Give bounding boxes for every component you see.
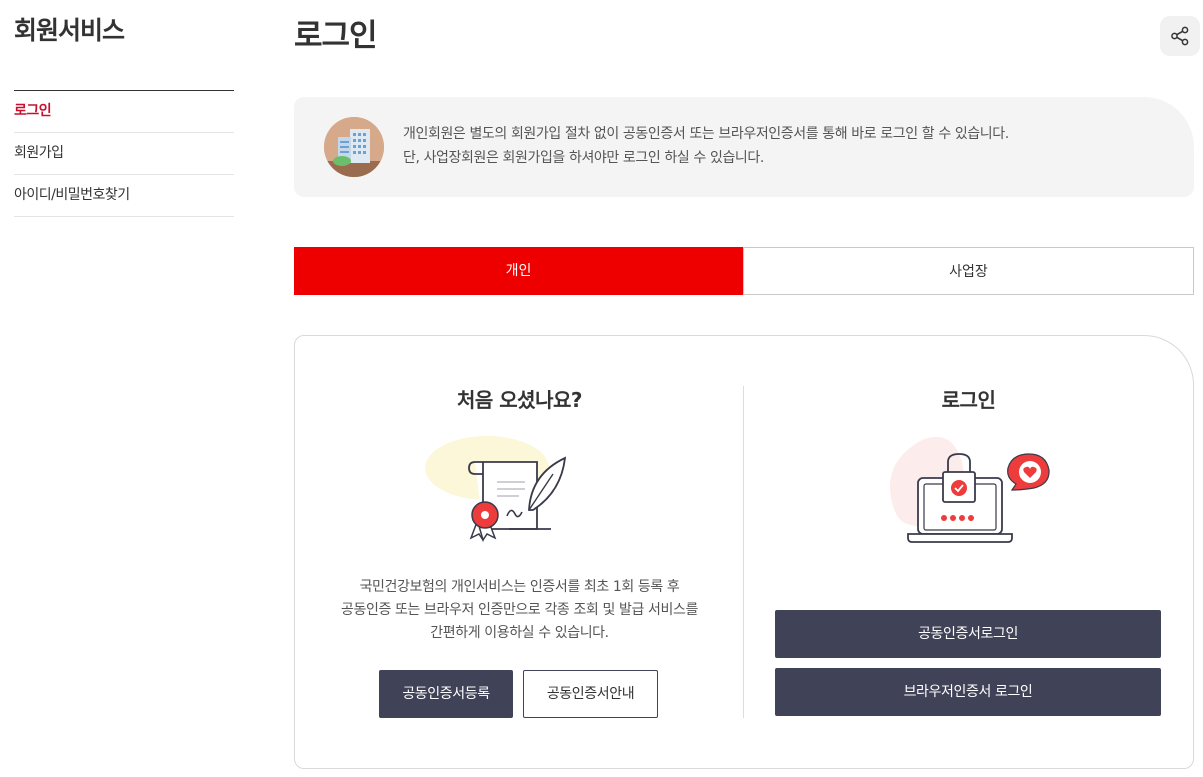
- laptop-lock-illustration: [890, 436, 1050, 543]
- description-line-2: 공동인증 또는 브라우저 인증만으로 각종 조회 및 발급 서비스를: [341, 602, 698, 618]
- building-icon: [324, 117, 384, 177]
- sidebar-item-login[interactable]: 로그인: [14, 91, 234, 133]
- notice-line-2: 단, 사업장회원은 회원가입을 하셔야만 로그인 하실 수 있습니다.: [403, 150, 764, 166]
- login-section: 로그인 공동인증서로그인 브라우저인증서 로그인: [744, 336, 1193, 768]
- tab-personal[interactable]: 개인: [294, 247, 743, 295]
- sidebar: 회원서비스 로그인 회원가입 아이디/비밀번호찾기: [14, 0, 234, 217]
- first-visit-title: 처음 오셨나요?: [457, 388, 582, 412]
- share-icon: [1171, 26, 1189, 46]
- login-section-title: 로그인: [941, 388, 996, 412]
- certificate-illustration: [425, 436, 567, 542]
- notice-text: 개인회원은 별도의 회원가입 절차 없이 공동인증서 또는 브라우저인증서를 통…: [403, 122, 1009, 170]
- certificate-guide-button[interactable]: 공동인증서안내: [523, 670, 658, 718]
- notice-line-1: 개인회원은 별도의 회원가입 절차 없이 공동인증서 또는 브라우저인증서를 통…: [403, 126, 1009, 142]
- notice-box: 개인회원은 별도의 회원가입 절차 없이 공동인증서 또는 브라우저인증서를 통…: [294, 97, 1194, 197]
- member-type-tabs: 개인 사업장: [294, 247, 1194, 295]
- page-title: 로그인: [294, 18, 378, 54]
- tab-business[interactable]: 사업장: [743, 247, 1194, 295]
- sidebar-item-find-id-password[interactable]: 아이디/비밀번호찾기: [14, 175, 234, 217]
- share-button[interactable]: [1160, 16, 1200, 56]
- description-line-1: 국민건강보험의 개인서비스는 인증서를 최초 1회 등록 후: [359, 579, 680, 595]
- certificate-login-button[interactable]: 공동인증서로그인: [775, 610, 1161, 658]
- login-panel: 처음 오셨나요? 국민건강보험의 개인서비스는 인증서를 최초 1회 등록 후 …: [294, 335, 1194, 769]
- first-visit-description: 국민건강보험의 개인서비스는 인증서를 최초 1회 등록 후 공동인증 또는 브…: [295, 576, 744, 645]
- first-visit-section: 처음 오셨나요? 국민건강보험의 개인서비스는 인증서를 최초 1회 등록 후 …: [295, 336, 744, 768]
- description-line-3: 간편하게 이용하실 수 있습니다.: [430, 625, 609, 641]
- sidebar-title: 회원서비스: [14, 16, 125, 45]
- browser-certificate-login-button[interactable]: 브라우저인증서 로그인: [775, 668, 1161, 716]
- sidebar-item-join[interactable]: 회원가입: [14, 133, 234, 175]
- certificate-register-button[interactable]: 공동인증서등록: [379, 670, 513, 718]
